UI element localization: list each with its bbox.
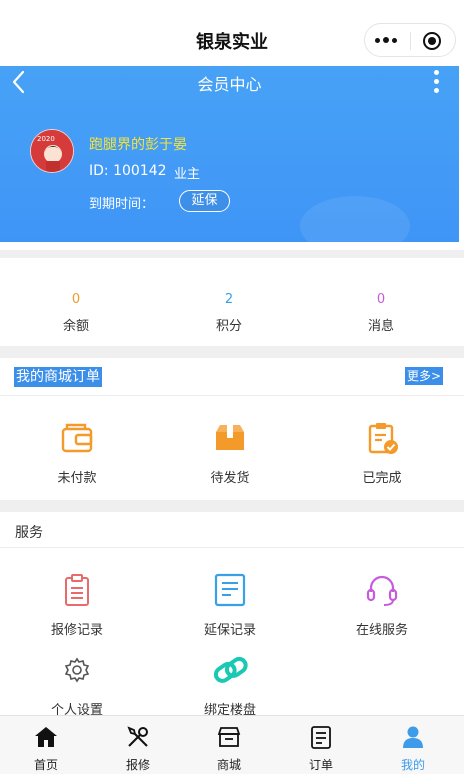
orders-title: 我的商城订单	[14, 367, 102, 387]
avatar-illustration: 2020	[31, 130, 73, 172]
bottom-tab-bar: 首页 报修 商城 订单 我的	[0, 715, 464, 774]
home-icon	[35, 727, 57, 747]
stat-value: 0	[71, 292, 81, 307]
member-header: 会员中心 2020 跑腿界的彭于晏 ID: 100142 业主 到期时间： 延保	[0, 66, 459, 242]
tab-label: 报修	[125, 758, 150, 772]
stats-row: 0 余额 2 积分 0 消息	[0, 250, 464, 346]
capsule-menu[interactable]	[364, 23, 456, 57]
service-personal-settings[interactable]: 个人设置	[17, 652, 137, 718]
services-title: 服务	[15, 525, 43, 541]
order-icon	[311, 726, 331, 749]
stat-label: 余额	[62, 319, 89, 334]
stat-value: 0	[376, 292, 386, 307]
headset-icon	[366, 575, 398, 606]
app-top-bar: 银泉实业	[0, 0, 464, 66]
tab-label: 我的	[400, 758, 425, 772]
order-completed[interactable]: 已完成	[322, 420, 442, 486]
tools-icon	[127, 726, 148, 747]
service-warranty-records[interactable]: 延保记录	[170, 572, 290, 638]
tab-mine[interactable]: 我的	[383, 724, 443, 773]
clipboard-icon	[65, 574, 89, 606]
service-label: 在线服务	[355, 623, 408, 638]
service-repair-records[interactable]: 报修记录	[17, 572, 137, 638]
orders-header: 我的商城订单 更多>	[0, 358, 464, 396]
capsule-divider	[410, 32, 411, 50]
avatar[interactable]: 2020	[30, 129, 74, 173]
page-title: 会员中心	[197, 75, 262, 94]
stat-label: 积分	[215, 319, 242, 334]
service-label: 延保记录	[203, 623, 256, 638]
package-icon	[216, 425, 244, 450]
stat-points[interactable]: 2 积分	[189, 292, 269, 334]
expire-label: 到期时间：	[89, 197, 155, 212]
clipboard-check-icon	[368, 423, 398, 454]
services-header: 服务	[0, 512, 464, 548]
order-unpaid[interactable]: 未付款	[17, 420, 137, 486]
tab-label: 订单	[308, 758, 333, 772]
header-decoration	[300, 196, 410, 242]
order-label: 未付款	[57, 471, 97, 486]
orders-grid: 未付款 待发货 已完成	[0, 396, 464, 500]
stat-balance[interactable]: 0 余额	[36, 292, 116, 334]
user-name: 跑腿界的彭于晏	[89, 137, 187, 153]
kebab-menu-icon[interactable]	[430, 68, 444, 96]
document-icon	[214, 573, 246, 607]
tab-label: 首页	[33, 758, 58, 772]
order-label: 待发货	[210, 471, 250, 486]
stat-messages[interactable]: 0 消息	[341, 292, 421, 334]
tab-orders[interactable]: 订单	[291, 724, 351, 773]
service-online[interactable]: 在线服务	[322, 572, 442, 638]
tab-home[interactable]: 首页	[16, 724, 76, 773]
user-id: ID: 100142	[89, 163, 167, 179]
service-bind-property[interactable]: 绑定楼盘	[170, 652, 290, 718]
link-icon	[213, 656, 248, 683]
user-icon	[403, 726, 423, 748]
services-grid: 报修记录 延保记录 在线服务 个人设置 绑定楼盘	[0, 548, 464, 718]
user-role: 业主	[174, 167, 201, 182]
tab-shop[interactable]: 商城	[199, 724, 259, 773]
wallet-icon	[61, 423, 93, 453]
extend-warranty-button[interactable]: 延保	[179, 190, 230, 212]
more-dots-icon[interactable]	[375, 32, 401, 48]
service-label: 报修记录	[50, 623, 103, 638]
gear-icon	[64, 657, 90, 683]
orders-more-link[interactable]: 更多>	[405, 367, 444, 385]
section-divider	[0, 500, 464, 512]
stat-label: 消息	[367, 319, 394, 334]
order-to-ship[interactable]: 待发货	[170, 420, 290, 486]
section-divider	[0, 346, 464, 358]
stat-value: 2	[224, 292, 234, 307]
tab-repair[interactable]: 报修	[108, 724, 168, 773]
tab-label: 商城	[216, 758, 241, 772]
shop-icon	[217, 727, 241, 747]
close-target-icon[interactable]	[423, 32, 441, 50]
order-label: 已完成	[362, 471, 402, 486]
svg-text:2020: 2020	[37, 135, 55, 143]
